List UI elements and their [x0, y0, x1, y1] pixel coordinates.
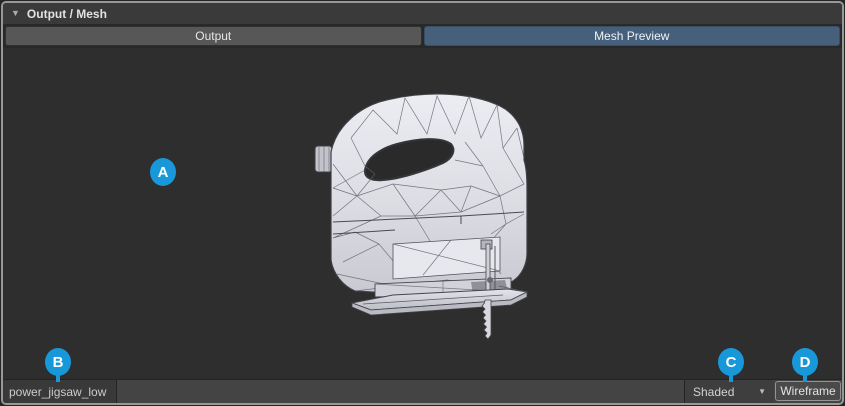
annotation-badge-c: C [718, 348, 744, 376]
panel-title: Output / Mesh [27, 7, 107, 21]
foldout-triangle-icon[interactable]: ▼ [11, 9, 20, 18]
wireframe-toggle[interactable]: Wireframe [775, 381, 841, 401]
preview-status-bar: power_jigsaw_low Shaded ▼ Wireframe [3, 379, 842, 403]
annotation-letter: D [800, 354, 811, 371]
annotation-badge-b: B [45, 348, 71, 376]
tab-bar: Output Mesh Preview [3, 25, 842, 48]
annotation-badge-a: A [150, 158, 176, 186]
annotation-letter: A [158, 164, 169, 181]
shading-dropdown[interactable]: Shaded ▼ [684, 380, 774, 403]
dropdown-arrow-icon: ▼ [758, 387, 766, 396]
annotation-badge-d: D [792, 348, 818, 376]
jigsaw-mesh-3d-view [3, 48, 842, 379]
tab-mesh-preview[interactable]: Mesh Preview [424, 26, 841, 46]
annotation-letter: C [726, 354, 737, 371]
annotation-letter: B [53, 354, 64, 371]
mesh-preview-area[interactable] [3, 48, 842, 379]
mesh-name-label: power_jigsaw_low [3, 380, 117, 403]
panel-header: ▼ Output / Mesh [3, 3, 842, 25]
shading-dropdown-value: Shaded [693, 385, 734, 399]
output-mesh-panel: ▼ Output / Mesh Output Mesh Preview [1, 1, 844, 405]
tab-output[interactable]: Output [5, 26, 422, 46]
